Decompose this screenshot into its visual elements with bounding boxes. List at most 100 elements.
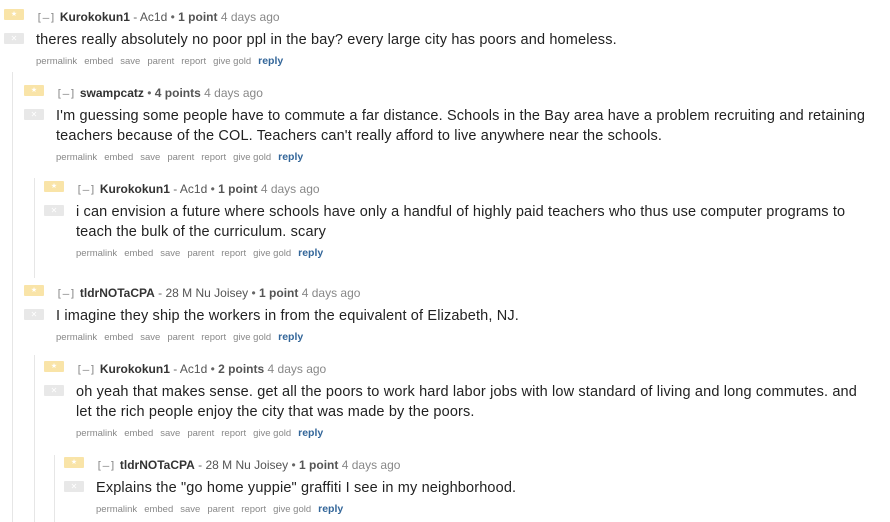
parent-link[interactable]: parent [207,504,234,515]
reply-link[interactable]: reply [278,151,303,163]
downvote-icon[interactable]: ✕ [4,33,24,44]
bullet-separator: • [147,86,152,100]
comment-score: 1 point [218,182,258,196]
comment-actions: permalink embed save parent report give gold r… [56,330,519,345]
nesting-rail [54,455,55,522]
comment-text: i can envision a future where schools ha… [76,204,846,240]
upvote-icon[interactable]: ★ [24,85,44,96]
upvote-icon[interactable]: ★ [4,9,24,20]
downvote-icon[interactable]: ✕ [24,109,44,120]
comment-text: theres really absolutely no poor ppl in … [36,32,617,48]
give-gold-link[interactable]: give gold [273,504,311,515]
embed-link[interactable]: embed [84,56,113,67]
collapse-toggle[interactable]: [–] [56,287,76,300]
save-link[interactable]: save [160,428,180,439]
comment-text: I imagine they ship the workers in from … [56,308,519,324]
comment-actions: permalink embed save parent report give gold r… [36,54,617,69]
give-gold-link[interactable]: give gold [253,428,291,439]
report-link[interactable]: report [201,152,226,163]
user-flair: Ac1d [179,182,208,196]
comment-actions: permalink embed save parent report give gold r… [56,150,890,165]
save-link[interactable]: save [140,152,160,163]
bullet-separator: • [251,286,256,300]
collapse-toggle[interactable]: [–] [36,11,56,24]
comment-author[interactable]: Kurokokun1 [100,182,170,196]
parent-link[interactable]: parent [147,56,174,67]
upvote-icon[interactable]: ★ [24,285,44,296]
comment-author[interactable]: tldrNOTaCPA [80,286,155,300]
vote-arrows: ★ ✕ [44,361,64,396]
reply-link[interactable]: reply [258,55,283,67]
upvote-icon[interactable]: ★ [44,181,64,192]
vote-arrows: ★ ✕ [24,85,44,120]
vote-arrows: ★ ✕ [4,9,24,44]
bullet-separator: • [210,362,215,376]
flair-separator: - [133,10,138,24]
save-link[interactable]: save [140,332,160,343]
collapse-toggle[interactable]: [–] [56,87,76,100]
comment-time: 4 days ago [204,86,263,100]
permalink-link[interactable]: permalink [36,56,77,67]
upvote-icon[interactable]: ★ [44,361,64,372]
embed-link[interactable]: embed [104,332,133,343]
report-link[interactable]: report [201,332,226,343]
comment-time: 4 days ago [341,458,401,472]
embed-link[interactable]: embed [124,248,153,259]
reply-link[interactable]: reply [278,331,303,343]
report-link[interactable]: report [221,428,246,439]
give-gold-link[interactable]: give gold [253,248,291,259]
user-flair: 28 M Nu Joisey [205,458,289,472]
comment-score: 1 point [259,286,299,300]
collapse-toggle[interactable]: [–] [96,459,116,472]
permalink-link[interactable]: permalink [76,248,117,259]
downvote-icon[interactable]: ✕ [44,205,64,216]
report-link[interactable]: report [241,504,266,515]
flair-separator: - [158,286,163,300]
reply-link[interactable]: reply [318,503,343,515]
comment-tagline: [–] Kurokokun1 - Ac1d • 1 point 4 days ag… [36,9,617,25]
parent-link[interactable]: parent [187,428,214,439]
give-gold-link[interactable]: give gold [233,152,271,163]
comment-author[interactable]: swampcatz [80,86,144,100]
bullet-separator: • [210,182,215,196]
comment-score: 1 point [299,458,339,472]
parent-link[interactable]: parent [167,152,194,163]
report-link[interactable]: report [181,56,206,67]
comment-author[interactable]: Kurokokun1 [100,362,170,376]
permalink-link[interactable]: permalink [56,152,97,163]
embed-link[interactable]: embed [124,428,153,439]
flair-separator: - [198,458,203,472]
reply-link[interactable]: reply [298,247,323,259]
permalink-link[interactable]: permalink [96,504,137,515]
permalink-link[interactable]: permalink [76,428,117,439]
save-link[interactable]: save [120,56,140,67]
downvote-icon[interactable]: ✕ [64,481,84,492]
collapse-toggle[interactable]: [–] [76,183,96,196]
reply-link[interactable]: reply [298,427,323,439]
give-gold-link[interactable]: give gold [213,56,251,67]
give-gold-link[interactable]: give gold [233,332,271,343]
report-link[interactable]: report [221,248,246,259]
flair-separator: - [173,182,178,196]
embed-link[interactable]: embed [104,152,133,163]
parent-link[interactable]: parent [167,332,194,343]
vote-arrows: ★ ✕ [64,457,84,492]
collapse-toggle[interactable]: [–] [76,363,96,376]
save-link[interactable]: save [180,504,200,515]
embed-link[interactable]: embed [144,504,173,515]
comment-tagline: [–] Kurokokun1 - Ac1d • 1 point 4 days ag… [76,181,866,197]
downvote-icon[interactable]: ✕ [24,309,44,320]
comment-score: 2 points [218,362,265,376]
comment-text: I'm guessing some people have to commute… [56,108,866,144]
comment-author[interactable]: Kurokokun1 [60,10,130,24]
parent-link[interactable]: parent [187,248,214,259]
nesting-rail [34,355,35,522]
upvote-icon[interactable]: ★ [64,457,84,468]
comment-author[interactable]: tldrNOTaCPA [120,458,195,472]
comment-text: oh yeah that makes sense. get all the po… [76,384,857,420]
permalink-link[interactable]: permalink [56,332,97,343]
downvote-icon[interactable]: ✕ [44,385,64,396]
save-link[interactable]: save [160,248,180,259]
user-flair: Ac1d [179,362,208,376]
comment-tagline: [–] tldrNOTaCPA - 28 M Nu Joisey • 1 poin… [96,457,516,473]
